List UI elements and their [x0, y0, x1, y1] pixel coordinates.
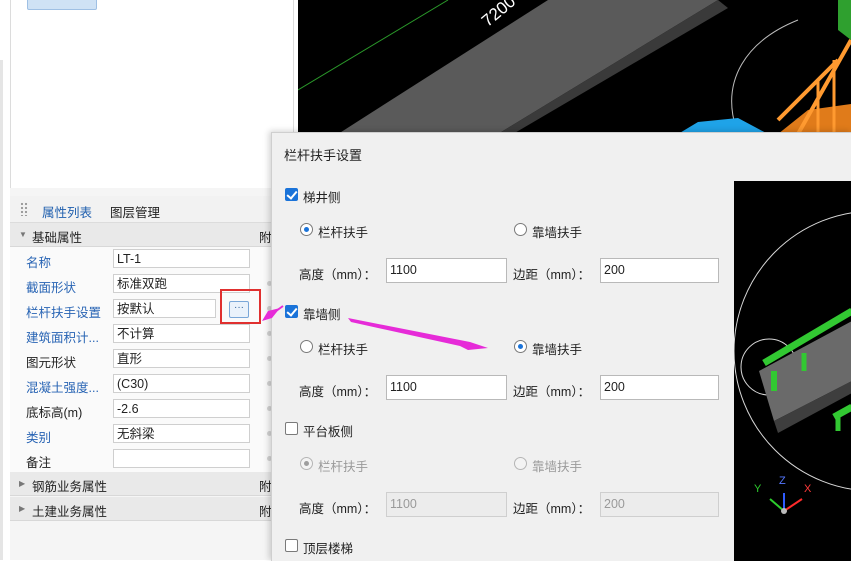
- group-label: 土建业务属性: [32, 505, 108, 519]
- stair-3d-render: [298, 0, 851, 134]
- selected-tree-item[interactable]: [27, 0, 97, 10]
- expand-triangle-icon[interactable]: ▶: [19, 479, 25, 488]
- top-floor-label: 顶层楼梯: [303, 542, 354, 556]
- platform-railing-radio[interactable]: [300, 457, 313, 470]
- property-row-remark: 备注: [10, 447, 296, 473]
- stairwell-margin-input[interactable]: 200: [600, 258, 719, 283]
- group-basic-properties[interactable]: ▼ 基础属性 附: [10, 223, 296, 247]
- highlight-box: [220, 289, 261, 324]
- property-value-field[interactable]: -2.6: [113, 399, 250, 418]
- platform-height-input[interactable]: 1100: [386, 492, 507, 517]
- property-name: 底标高(m): [26, 406, 83, 420]
- stairwell-railing-radio[interactable]: [300, 223, 313, 236]
- platform-side-label: 平台板侧: [303, 425, 354, 439]
- height-label: 高度（mm）：: [299, 502, 377, 516]
- tab-property-list[interactable]: 属性列表: [38, 200, 97, 225]
- group-rebar-properties[interactable]: ▶ 钢筋业务属性 附: [10, 472, 296, 496]
- tree-frame: [10, 0, 294, 189]
- wall-side-label: 靠墙侧: [303, 308, 341, 322]
- group-extra-column: 附: [259, 505, 272, 519]
- platform-side-checkbox[interactable]: [285, 422, 298, 435]
- wall-side-checkbox[interactable]: [285, 305, 298, 318]
- wall-handrail-option-label: 靠墙扶手: [532, 226, 583, 240]
- property-row-element-shape: 图元形状 直形: [10, 347, 296, 373]
- stairwell-side-label: 梯井侧: [303, 191, 341, 205]
- expand-triangle-icon[interactable]: ▶: [19, 504, 25, 513]
- wall-wall-handrail-radio[interactable]: [514, 340, 527, 353]
- platform-wall-handrail-radio[interactable]: [514, 457, 527, 470]
- 3d-viewport[interactable]: 7200: [298, 0, 851, 134]
- height-label: 高度（mm）：: [299, 268, 377, 282]
- group-extra-column: 附: [259, 231, 272, 245]
- property-value-field[interactable]: LT-1: [113, 249, 250, 268]
- property-row-category: 类别 无斜梁: [10, 422, 296, 448]
- wall-handrail-option-label: 靠墙扶手: [532, 343, 583, 357]
- property-name: 图元形状: [26, 356, 77, 370]
- property-name: 名称: [26, 256, 52, 270]
- margin-label: 边距（mm）：: [513, 502, 591, 516]
- panel-splitter[interactable]: [0, 60, 3, 560]
- property-row-name: 名称 LT-1: [10, 247, 296, 273]
- properties-panel: 属性列表 图层管理 ▼ 基础属性 附 名称 LT-1 截面形状 标准双跑 栏杆扶…: [10, 188, 296, 560]
- group-extra-column: 附: [259, 480, 272, 494]
- top-floor-checkbox[interactable]: [285, 539, 298, 552]
- dialog-title: 栏杆扶手设置: [284, 148, 363, 163]
- property-value-field[interactable]: (C30): [113, 374, 250, 393]
- height-label: 高度（mm）：: [299, 385, 377, 399]
- margin-label: 边距（mm）：: [513, 268, 591, 282]
- object-tree-panel: [0, 0, 296, 189]
- railing-option-label: 栏杆扶手: [318, 226, 369, 240]
- wall-height-input[interactable]: 1100: [386, 375, 507, 400]
- wall-railing-radio[interactable]: [300, 340, 313, 353]
- property-name: 建筑面积计...: [26, 331, 99, 345]
- property-value-field[interactable]: 直形: [113, 349, 250, 368]
- properties-tabbar: 属性列表 图层管理: [10, 196, 296, 225]
- railing-settings-dialog: 栏杆扶手设置 梯井侧 栏杆扶手 靠墙扶手 高度（mm）： 1100 边距（mm）…: [271, 132, 851, 561]
- property-row-bottom-elevation: 底标高(m) -2.6: [10, 397, 296, 423]
- preview-3d-render: [734, 212, 851, 514]
- tab-layer-management[interactable]: 图层管理: [106, 200, 164, 223]
- property-row-concrete-strength: 混凝土强度... (C30): [10, 372, 296, 398]
- group-label: 基础属性: [32, 231, 83, 245]
- collapse-triangle-icon[interactable]: ▼: [19, 230, 27, 239]
- stairwell-height-input[interactable]: 1100: [386, 258, 507, 283]
- property-name: 栏杆扶手设置: [26, 306, 102, 320]
- property-name: 类别: [26, 431, 52, 445]
- property-name: 备注: [26, 456, 52, 470]
- railing-option-label: 栏杆扶手: [318, 343, 369, 357]
- wall-handrail-option-label: 靠墙扶手: [532, 460, 583, 474]
- axis-y-label: Y: [754, 483, 762, 495]
- stairwell-side-checkbox[interactable]: [285, 188, 298, 201]
- margin-label: 边距（mm）：: [513, 385, 591, 399]
- property-name: 混凝土强度...: [26, 381, 99, 395]
- property-value-field[interactable]: 无斜梁: [113, 424, 250, 443]
- property-value-field[interactable]: [113, 449, 250, 468]
- wall-margin-input[interactable]: 200: [600, 375, 719, 400]
- railing-preview: Y Z X: [734, 181, 851, 561]
- property-value-field[interactable]: 不计算: [113, 324, 250, 343]
- property-value-field[interactable]: 按默认: [113, 299, 216, 318]
- drag-grip-icon[interactable]: [20, 202, 28, 216]
- platform-margin-input[interactable]: 200: [600, 492, 719, 517]
- property-name: 截面形状: [26, 281, 77, 295]
- axis-z-label: Z: [779, 475, 786, 487]
- group-civil-properties[interactable]: ▶ 土建业务属性 附: [10, 497, 296, 521]
- axis-x-label: X: [804, 483, 812, 495]
- group-label: 钢筋业务属性: [32, 480, 108, 494]
- property-row-building-area: 建筑面积计... 不计算: [10, 322, 296, 348]
- stairwell-wall-handrail-radio[interactable]: [514, 223, 527, 236]
- railing-option-label: 栏杆扶手: [318, 460, 369, 474]
